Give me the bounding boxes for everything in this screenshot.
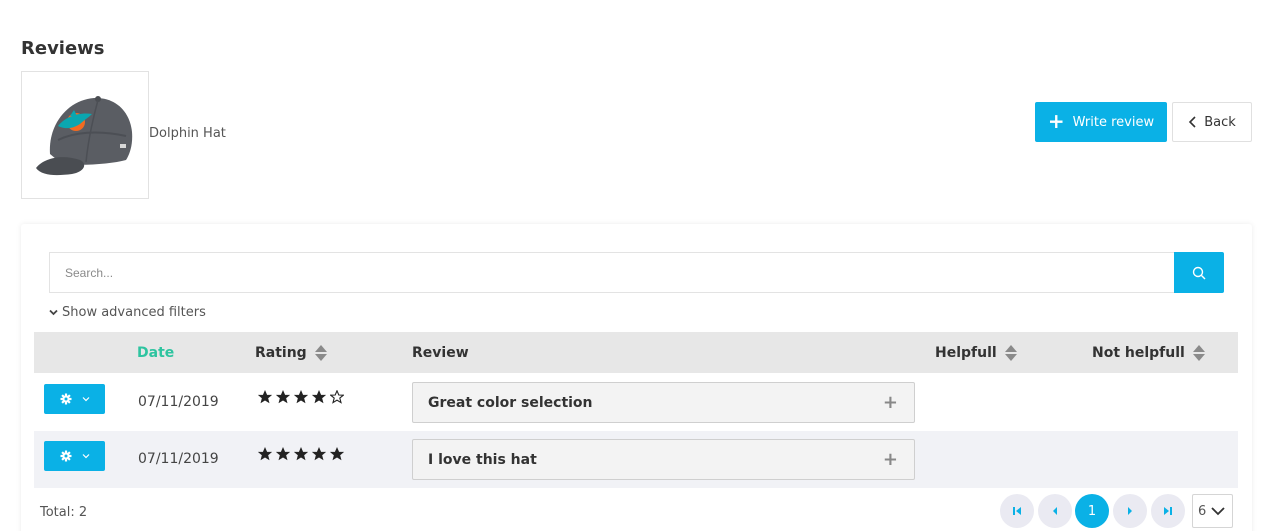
sort-icon [1192, 344, 1205, 361]
cap-icon [36, 96, 133, 176]
star-filled-icon [276, 390, 290, 404]
sort-icon [1004, 344, 1017, 361]
write-review-label: Write review [1072, 114, 1155, 130]
chevron-down-icon [82, 397, 89, 402]
column-review: Review [412, 332, 469, 373]
star-filled-icon [312, 390, 326, 404]
column-date-label: Date [137, 344, 175, 361]
rating-stars [258, 390, 344, 404]
chevron-left-icon [1189, 116, 1196, 128]
total-count: Total: 2 [40, 505, 88, 520]
prev-page-icon [1053, 507, 1057, 515]
rating-stars [258, 447, 344, 461]
table-row: 07/11/2019 Great color selection + [34, 374, 1238, 431]
star-filled-icon [258, 447, 272, 461]
review-expand-panel[interactable]: I love this hat + [412, 439, 915, 480]
next-page-button[interactable] [1113, 494, 1147, 528]
back-button[interactable]: Back [1172, 102, 1252, 142]
chevron-down-icon [1211, 507, 1225, 516]
last-page-icon [1164, 507, 1172, 515]
page-button-current[interactable]: 1 [1075, 494, 1109, 528]
plus-icon: + [882, 392, 898, 413]
row-actions-button[interactable] [44, 441, 105, 471]
column-helpful[interactable]: Helpfull [935, 332, 1017, 373]
row-actions-button[interactable] [44, 384, 105, 414]
page-title: Reviews [21, 38, 105, 59]
sort-icon [314, 344, 327, 361]
column-not-helpful-label: Not helpfull [1092, 344, 1185, 361]
search-button[interactable] [1174, 252, 1224, 293]
back-label: Back [1204, 114, 1236, 130]
star-filled-icon [330, 447, 344, 461]
search-input[interactable] [49, 252, 1175, 293]
gear-icon [60, 393, 71, 405]
prev-page-button[interactable] [1038, 494, 1072, 528]
first-page-icon [1013, 507, 1021, 515]
review-text: Great color selection [428, 394, 593, 411]
star-filled-icon [294, 447, 308, 461]
star-filled-icon [312, 447, 326, 461]
star-filled-icon [276, 447, 290, 461]
review-date: 07/11/2019 [138, 394, 219, 410]
review-text: I love this hat [428, 451, 537, 468]
chevron-down-icon [82, 454, 89, 459]
plus-icon: + [1047, 109, 1065, 133]
search-icon [1192, 266, 1206, 279]
write-review-button[interactable]: + Write review [1035, 102, 1167, 142]
star-empty-icon [330, 390, 344, 404]
table-row: 07/11/2019 I love this hat + [34, 431, 1238, 488]
advanced-filters-toggle[interactable]: Show advanced filters [49, 305, 206, 320]
column-rating-label: Rating [255, 344, 307, 361]
star-filled-icon [294, 390, 308, 404]
page-size-value: 6 [1198, 503, 1206, 519]
column-review-label: Review [412, 344, 469, 361]
product-image [21, 71, 149, 199]
plus-icon: + [882, 449, 898, 470]
page-size-select[interactable]: 6 [1192, 494, 1233, 528]
review-expand-panel[interactable]: Great color selection + [412, 382, 915, 423]
review-date: 07/11/2019 [138, 451, 219, 467]
column-helpful-label: Helpfull [935, 344, 997, 361]
next-page-icon [1128, 507, 1132, 515]
gear-icon [60, 450, 71, 462]
last-page-button[interactable] [1151, 494, 1185, 528]
advanced-filters-label: Show advanced filters [62, 305, 206, 320]
first-page-button[interactable] [1000, 494, 1034, 528]
column-not-helpful[interactable]: Not helpfull [1092, 332, 1205, 373]
chevron-down-icon [49, 309, 58, 316]
star-filled-icon [258, 390, 272, 404]
table-header: Date Rating Review Helpfull Not helpfull [34, 332, 1238, 373]
product-name: Dolphin Hat [149, 126, 226, 141]
column-rating[interactable]: Rating [255, 332, 327, 373]
column-date[interactable]: Date [137, 332, 174, 373]
